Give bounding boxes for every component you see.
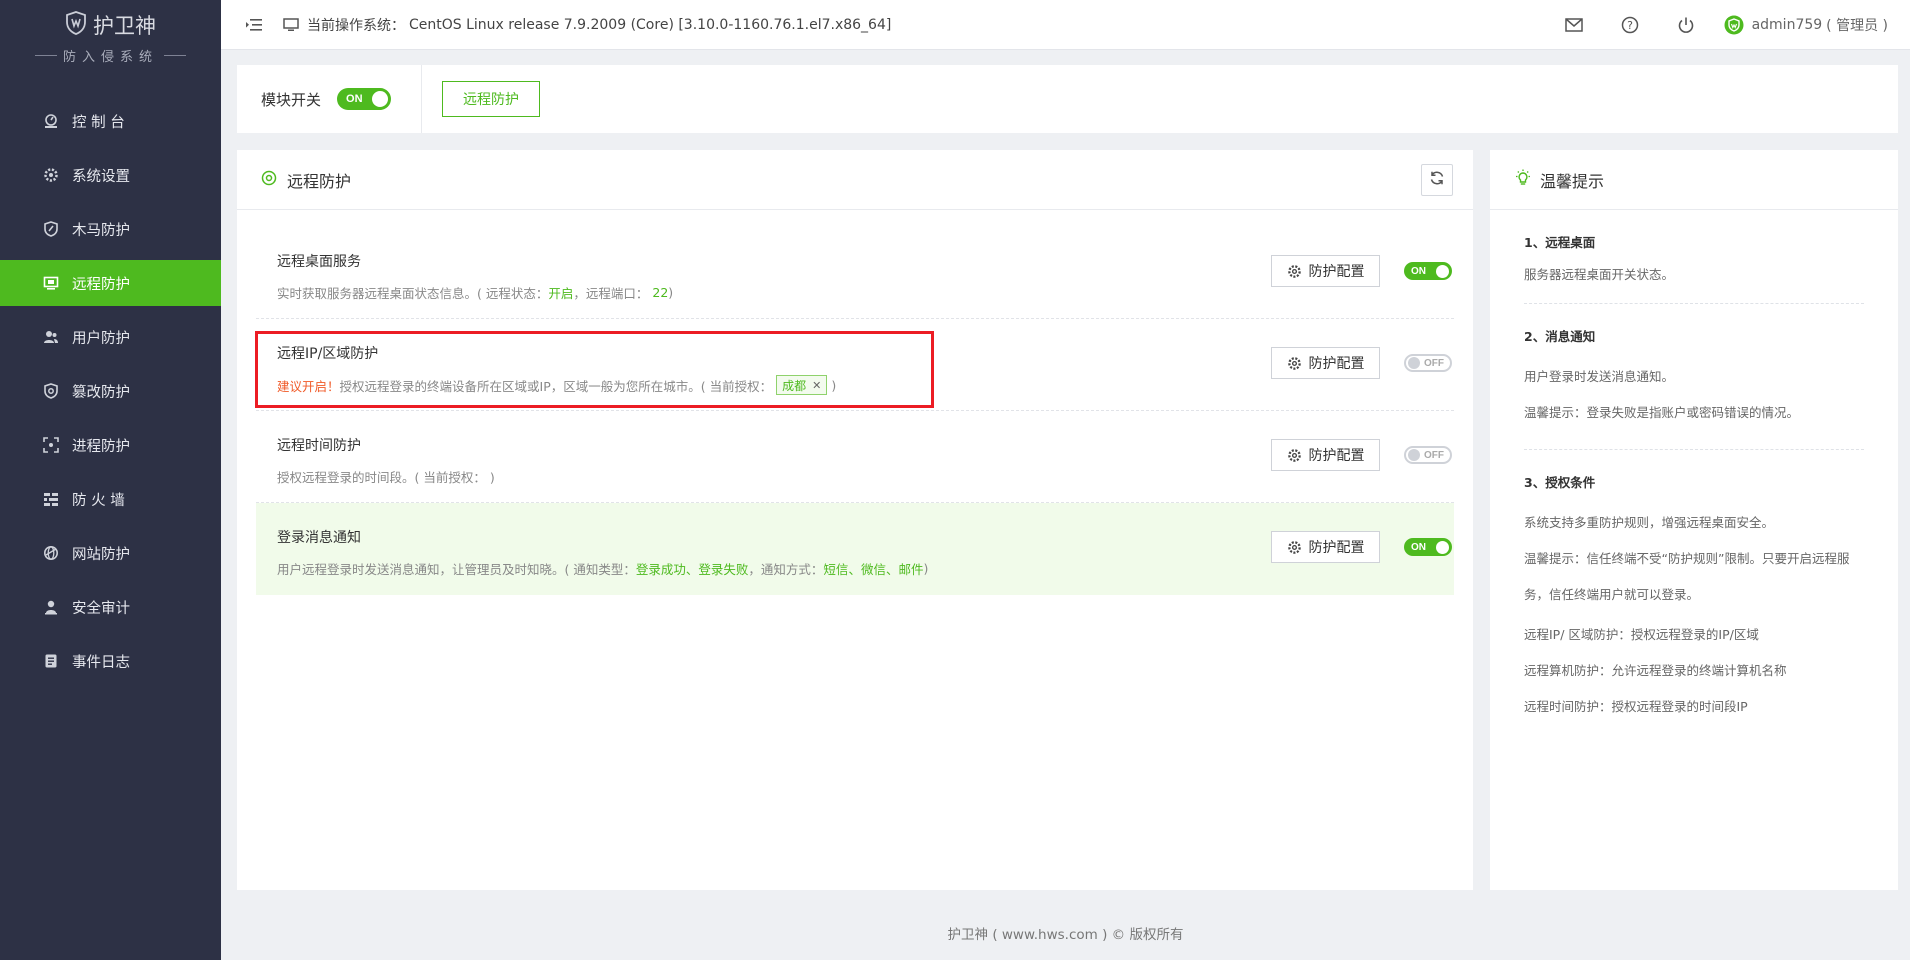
sidebar-item-label: 安全审计 [72, 600, 130, 617]
row-remote-desktop: 远程桌面服务 实时获取服务器远程桌面状态信息。( 远程状态： 开启 ，远程端口：… [256, 227, 1454, 319]
row-login-notify: 登录消息通知 用户远程登录时发送消息通知，让管理员及时知晓。( 通知类型： 登录… [256, 503, 1454, 595]
refresh-button[interactable] [1421, 164, 1453, 196]
menu-toggle-icon[interactable] [243, 14, 265, 36]
lightbulb-icon [1514, 169, 1532, 191]
firewall-icon [42, 490, 60, 508]
sidebar-item-label: 系统设置 [72, 168, 130, 185]
tips-card: 温馨提示 1、远程桌面 服务器远程桌面开关状态。 2、消息通知 用户登录时发送消… [1490, 150, 1898, 890]
config-button[interactable]: 防护配置 [1271, 531, 1380, 563]
power-icon[interactable] [1658, 13, 1714, 37]
remote-time-toggle[interactable]: OFF [1404, 446, 1452, 464]
sidebar-item-users[interactable]: 用户防护 [0, 314, 221, 360]
monitor-icon [283, 17, 299, 32]
sidebar-item-firewall[interactable]: 防 火 墙 [0, 476, 221, 522]
module-bar: 模块开关 ON 远程防护 [237, 65, 1898, 133]
sidebar-item-label: 进程防护 [72, 438, 130, 455]
audit-icon [42, 598, 60, 616]
region-tag: 成都 ✕ [776, 375, 828, 395]
gear-icon [1287, 356, 1302, 371]
sidebar-item-label: 远程防护 [72, 276, 130, 293]
logo: 护卫神 防入侵系统 [0, 0, 221, 70]
sidebar-item-label: 网站防护 [72, 546, 130, 563]
sys-label: 当前操作系统： [307, 17, 405, 34]
user-role: ( 管理员 ) [1826, 17, 1888, 34]
row-remote-ip-region: 远程IP/区域防护 建议开启！ 授权远程登录的终端设备所在区域或IP，区域一般为… [256, 319, 1454, 411]
sidebar-item-website[interactable]: 网站防护 [0, 530, 221, 576]
svg-text:?: ? [1627, 19, 1633, 32]
sidebar-nav: 控 制 台 系统设置 木马防护 远程防护 用户防护 篡改防护 进程防护 防 火 [0, 98, 221, 684]
target-icon [261, 170, 277, 190]
users-icon [42, 328, 60, 346]
sidebar: 护卫神 防入侵系统 控 制 台 系统设置 木马防护 远程防护 用户防护 篡改防护… [0, 0, 221, 960]
topbar: 当前操作系统： CentOS Linux release 7.9.2009 (C… [221, 0, 1910, 50]
refresh-icon [1429, 170, 1445, 190]
sidebar-item-trojan[interactable]: 木马防护 [0, 206, 221, 252]
shield-icon [42, 220, 60, 238]
username: admin759 [1751, 16, 1823, 33]
sidebar-item-label: 事件日志 [72, 654, 130, 671]
remote-desktop-toggle[interactable]: ON [1404, 262, 1452, 280]
monitor-icon [42, 274, 60, 292]
remote-status: 开启 [548, 286, 574, 301]
shield-gear-icon [42, 382, 60, 400]
sys-value: CentOS Linux release 7.9.2009 (Core) [3.… [409, 16, 892, 33]
user-shield-icon [1724, 15, 1744, 35]
gear-icon [1287, 540, 1302, 555]
tab-remote-protection[interactable]: 远程防护 [442, 81, 541, 117]
module-switch-label: 模块开关 [261, 90, 322, 109]
sidebar-item-tamper[interactable]: 篡改防护 [0, 368, 221, 414]
sidebar-item-label: 篡改防护 [72, 384, 130, 401]
tip-section-auth: 3、授权条件 系统支持多重防护规则，增强远程桌面安全。 温馨提示：信任终端不受“… [1524, 475, 1850, 714]
mail-icon[interactable] [1546, 13, 1602, 37]
globe-icon [42, 544, 60, 562]
user-menu[interactable]: admin759 ( 管理员 ) [1724, 15, 1888, 35]
gear-icon [1287, 264, 1302, 279]
tips-title: 温馨提示 [1540, 171, 1605, 191]
brand-name: 护卫神 [93, 14, 156, 38]
sidebar-item-settings[interactable]: 系统设置 [0, 152, 221, 198]
scan-icon [42, 436, 60, 454]
tip-section-notify: 2、消息通知 用户登录时发送消息通知。 温馨提示：登录失败是指账户或密码错误的情… [1524, 304, 1864, 450]
sidebar-item-process[interactable]: 进程防护 [0, 422, 221, 468]
toggle-state: ON [346, 93, 363, 105]
footer: 护卫神 ( www.hws.com ) © 版权所有 [221, 905, 1910, 960]
row-remote-time: 远程时间防护 授权远程登录的时间段。( 当前授权： ) 防护配置 OFF [256, 411, 1454, 503]
warn-text: 建议开启！ [277, 378, 340, 394]
dashboard-icon [42, 112, 60, 130]
sidebar-item-label: 防 火 墙 [72, 492, 125, 509]
remote-port: 22 [652, 285, 669, 300]
close-icon[interactable]: ✕ [812, 379, 821, 392]
card-title: 远程防护 [287, 171, 352, 191]
login-notify-toggle[interactable]: ON [1404, 538, 1452, 556]
sidebar-item-dashboard[interactable]: 控 制 台 [0, 98, 221, 144]
help-icon[interactable]: ? [1602, 13, 1658, 37]
gear-icon [1287, 448, 1302, 463]
log-icon [42, 652, 60, 670]
sidebar-item-label: 用户防护 [72, 330, 130, 347]
sidebar-item-remote[interactable]: 远程防护 [0, 260, 221, 306]
sidebar-item-label: 木马防护 [72, 222, 130, 239]
logo-shield-icon [65, 10, 87, 40]
system-info: 当前操作系统： CentOS Linux release 7.9.2009 (C… [283, 15, 891, 35]
sidebar-item-audit[interactable]: 安全审计 [0, 584, 221, 630]
tip-section-remote-desktop: 1、远程桌面 服务器远程桌面开关状态。 [1524, 210, 1864, 304]
module-switch-toggle[interactable]: ON [337, 88, 392, 110]
remote-ip-toggle[interactable]: OFF [1404, 354, 1452, 372]
config-button[interactable]: 防护配置 [1271, 439, 1380, 471]
config-button[interactable]: 防护配置 [1271, 255, 1380, 287]
remote-protection-card: 远程防护 远程桌面服务 实时获取服务器远程桌面状态信息。( 远程状态： 开启 ，… [237, 150, 1473, 890]
config-button[interactable]: 防护配置 [1271, 347, 1380, 379]
brand-subtitle: 防入侵系统 [62, 50, 158, 65]
gear-icon [42, 166, 60, 184]
sidebar-item-label: 控 制 台 [72, 114, 125, 131]
sidebar-item-logs[interactable]: 事件日志 [0, 638, 221, 684]
